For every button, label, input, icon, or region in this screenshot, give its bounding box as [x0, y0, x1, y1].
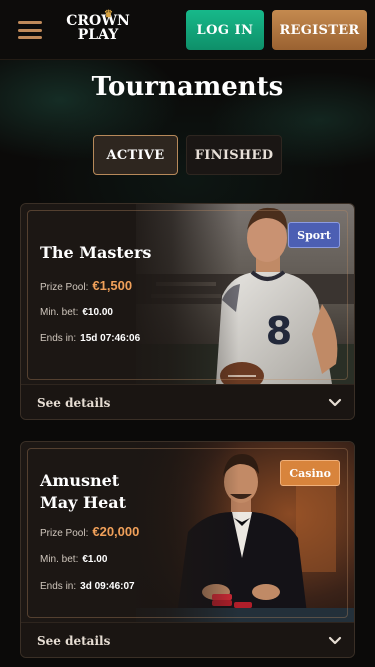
ends-in-value: 15d 07:46:06	[80, 333, 141, 344]
card-hero: 8 Sport The Masters Prize Pool:€1,500 Mi…	[21, 204, 354, 384]
min-bet-label: Min. bet:	[40, 554, 79, 565]
min-bet-row: Min. bet: €1.00	[40, 554, 107, 565]
see-details-toggle[interactable]: See details	[21, 622, 354, 657]
top-header: ♛ CROWN PLAY LOG IN REGISTER	[0, 0, 375, 60]
tab-finished[interactable]: FINISHED	[186, 135, 282, 175]
see-details-label: See details	[37, 634, 111, 648]
tab-active[interactable]: ACTIVE	[93, 135, 178, 175]
tournament-card[interactable]: 8 Sport The Masters Prize Pool:€1,500 Mi…	[20, 203, 355, 420]
prize-pool-value: €1,500	[92, 278, 133, 293]
prize-pool-label: Prize Pool:	[40, 282, 89, 293]
min-bet-value: €10.00	[82, 307, 113, 318]
min-bet-value: €1.00	[82, 554, 108, 565]
register-button[interactable]: REGISTER	[272, 10, 367, 50]
min-bet-row: Min. bet: €10.00	[40, 307, 113, 318]
crown-icon: ♛	[104, 9, 113, 20]
min-bet-label: Min. bet:	[40, 307, 79, 318]
tournament-title: Amusnet May Heat	[40, 471, 126, 512]
prize-pool-row: Prize Pool: €20,000	[40, 524, 139, 539]
see-details-toggle[interactable]: See details	[21, 384, 354, 419]
logo[interactable]: ♛ CROWN PLAY	[66, 9, 130, 46]
menu-icon[interactable]	[18, 21, 42, 39]
chevron-down-icon	[328, 398, 342, 407]
page-title: Tournaments	[91, 72, 284, 102]
ends-in-label: Ends in:	[40, 581, 77, 592]
ends-in-row: Ends in: 3d 09:46:07	[40, 581, 135, 592]
prize-pool-row: Prize Pool: €1,500	[40, 278, 132, 293]
tournament-title: The Masters	[40, 243, 152, 262]
tournament-card[interactable]: Casino Amusnet May Heat Prize Pool: €20,0…	[20, 441, 355, 658]
card-hero: Casino Amusnet May Heat Prize Pool: €20,0…	[21, 442, 354, 622]
ends-in-value: 3d 09:46:07	[80, 581, 135, 592]
see-details-label: See details	[37, 396, 111, 410]
category-badge: Casino	[280, 460, 340, 486]
logo-top-text: CROWN	[66, 13, 130, 29]
logo-bottom-text: PLAY	[77, 27, 119, 43]
category-badge: Sport	[288, 222, 340, 248]
chevron-down-icon	[328, 636, 342, 645]
ends-in-row: Ends in: 15d 07:46:06	[40, 333, 140, 344]
ends-in-label: Ends in:	[40, 333, 77, 344]
login-button[interactable]: LOG IN	[186, 10, 264, 50]
prize-pool-label: Prize Pool:	[40, 528, 89, 539]
prize-pool-value: €20,000	[92, 524, 140, 539]
